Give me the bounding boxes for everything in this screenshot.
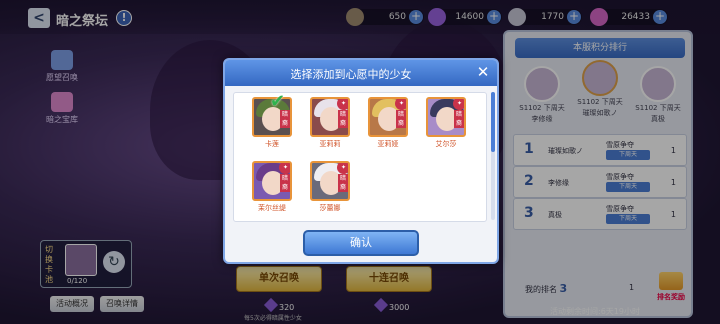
girl-card[interactable]: ✦ 暗裔 亚莉娅 <box>364 97 412 149</box>
element-badge: 暗裔 <box>454 110 464 128</box>
girl-portrait: ✦ 暗裔 <box>252 161 292 201</box>
girl-name: 艾尔莎 <box>435 140 457 148</box>
girl-card[interactable]: ✦ 暗裔 艾尔莎 <box>422 97 470 149</box>
girl-name: 卡莲 <box>265 140 279 148</box>
girl-name: 莎蕾娜 <box>319 204 341 212</box>
element-badge: 暗裔 <box>338 110 348 128</box>
girl-portrait: ✦ 暗裔 <box>368 97 408 137</box>
wish-select-dialog: 选择添加到心愿中的少女 ✕ 暗裔 ✔ 卡莲 ✦ 暗裔 亚莉莉 ✦ 暗裔 亚莉娅 … <box>223 58 499 264</box>
girl-card[interactable]: ✦ 暗裔 茉尔丝缇 <box>248 161 296 213</box>
grid-scrollbar[interactable] <box>491 92 495 220</box>
girl-name: 茉尔丝缇 <box>258 204 286 212</box>
girl-card[interactable]: 暗裔 ✔ 卡莲 <box>248 91 296 149</box>
element-badge: 暗裔 <box>338 174 348 192</box>
girl-card[interactable]: ✦ 暗裔 莎蕾娜 <box>306 161 354 213</box>
girl-name: 亚莉娅 <box>377 140 399 148</box>
dark-attribute-icon: ✦ <box>279 163 290 174</box>
dialog-header: 选择添加到心愿中的少女 ✕ <box>225 60 497 86</box>
dark-attribute-icon: ✦ <box>453 99 464 110</box>
girl-card[interactable]: ✦ 暗裔 亚莉莉 <box>306 97 354 149</box>
element-badge: 暗裔 <box>280 174 290 192</box>
scrollbar-thumb[interactable] <box>491 92 495 152</box>
girl-name: 亚莉莉 <box>319 140 341 148</box>
dark-attribute-icon: ✦ <box>337 99 348 110</box>
dark-attribute-icon: ✦ <box>337 163 348 174</box>
element-badge: 暗裔 <box>396 110 406 128</box>
element-badge: 暗裔 <box>280 110 290 128</box>
close-icon[interactable]: ✕ <box>475 64 491 80</box>
girl-portrait: ✦ 暗裔 <box>310 97 350 137</box>
dark-attribute-icon: ✦ <box>395 99 406 110</box>
dialog-title: 选择添加到心愿中的少女 <box>290 68 412 81</box>
girl-portrait: ✦ 暗裔 <box>426 97 466 137</box>
girl-portrait: ✦ 暗裔 <box>310 161 350 201</box>
girl-grid: 暗裔 ✔ 卡莲 ✦ 暗裔 亚莉莉 ✦ 暗裔 亚莉娅 ✦ 暗裔 艾尔莎 ✦ 暗裔 … <box>233 91 487 222</box>
confirm-button[interactable]: 确认 <box>303 230 419 256</box>
selected-check-icon: ✔ <box>270 91 286 112</box>
